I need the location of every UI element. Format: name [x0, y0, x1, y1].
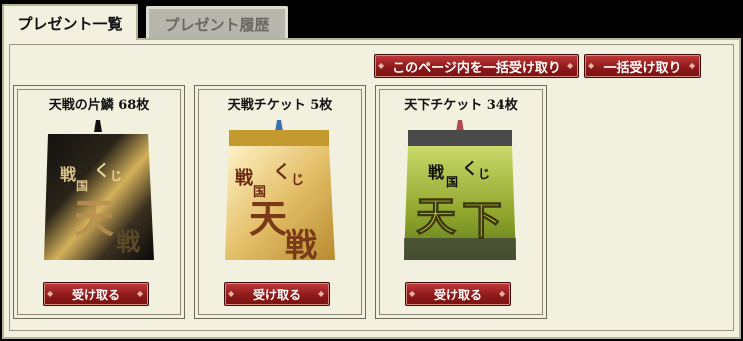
logo-char: 国 [446, 175, 458, 189]
gacha-ticket-black-gold-icon: 戦 国 く じ 天 戦 [44, 120, 154, 260]
art-char: 下 [462, 197, 502, 244]
logo-char: じ [110, 169, 122, 183]
logo-char: じ [291, 173, 304, 188]
button-label: 受け取る [252, 287, 301, 302]
diamond-ornament-icon: ◆ [228, 289, 235, 298]
diamond-ornament-icon: ◆ [588, 61, 595, 70]
gacha-ticket-green-icon: 戦 国 く じ 天 下 [404, 120, 516, 260]
present-card: 天戦チケット 5枚 戦 国 く じ 天 戦 ◆ 受け取る ◆ [194, 85, 366, 319]
art-char: 戦 [116, 227, 140, 256]
logo-char: く [273, 162, 291, 183]
logo-char: 戦 [60, 165, 77, 184]
button-label: 受け取る [433, 287, 482, 302]
present-title: 天戦の片鱗 68枚 [48, 98, 150, 113]
present-card: 天戦の片鱗 68枚 戦 国 く じ 天 戦 ◆ 受け取る ◆ [13, 85, 185, 319]
receive-button[interactable]: ◆ 受け取る ◆ [43, 282, 149, 306]
present-title: 天下チケット 34枚 [404, 98, 518, 113]
logo-char: 戦 [428, 163, 445, 182]
diamond-ornament-icon: ◆ [567, 61, 574, 70]
art-char: 天 [416, 193, 456, 240]
diamond-ornament-icon: ◆ [409, 289, 416, 298]
logo-char: く [94, 161, 110, 180]
present-title: 天戦チケット 5枚 [227, 98, 333, 113]
diamond-ornament-icon: ◆ [47, 289, 54, 298]
receive-page-all-button[interactable]: ◆ このページ内を一括受け取り ◆ [374, 54, 579, 78]
tab-present-history[interactable]: プレゼント履歴 [146, 6, 288, 40]
art-char: 戦 [285, 226, 317, 264]
button-label: このページ内を一括受け取り [392, 60, 561, 76]
gacha-ticket-gold-icon: 戦 国 く じ 天 戦 [225, 120, 335, 264]
logo-char: 戦 [235, 167, 254, 189]
logo-char: 国 [76, 179, 88, 193]
tab-present-list[interactable]: プレゼント一覧 [2, 4, 138, 40]
present-card: 天下チケット 34枚 戦 国 く じ 天 下 ◆ 受け取る ◆ [375, 85, 547, 319]
receive-button[interactable]: ◆ 受け取る ◆ [224, 282, 330, 306]
diamond-ornament-icon: ◆ [378, 61, 385, 70]
diamond-ornament-icon: ◆ [499, 289, 506, 298]
button-label: 一括受け取り [603, 60, 682, 76]
receive-button[interactable]: ◆ 受け取る ◆ [405, 282, 511, 306]
diamond-ornament-icon: ◆ [689, 61, 696, 70]
tab-label: プレゼント一覧 [17, 14, 123, 33]
receive-all-button[interactable]: ◆ 一括受け取り ◆ [584, 54, 701, 78]
art-char: 天 [74, 195, 114, 242]
tab-label: プレゼント履歴 [164, 16, 270, 34]
logo-char: く [462, 159, 478, 178]
art-char: 天 [249, 196, 287, 241]
diamond-ornament-icon: ◆ [137, 289, 144, 298]
button-label: 受け取る [71, 287, 120, 302]
diamond-ornament-icon: ◆ [318, 289, 325, 298]
logo-char: じ [478, 167, 490, 181]
